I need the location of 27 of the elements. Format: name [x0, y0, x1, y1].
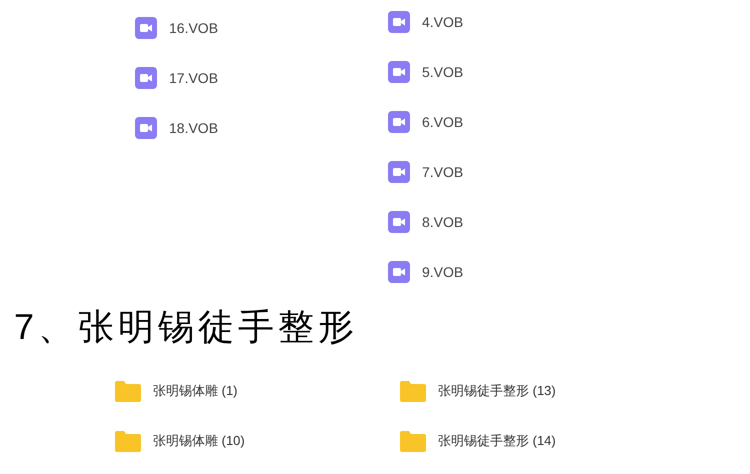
- file-name[interactable]: 5.VOB: [422, 62, 464, 82]
- video-file-icon: [135, 17, 157, 39]
- video-file-icon: [388, 211, 410, 233]
- video-file-icon: [135, 117, 157, 139]
- video-file-icon: [135, 67, 157, 89]
- file-name[interactable]: 张明锡体雕 (10): [153, 431, 245, 451]
- video-file-icon: [388, 11, 410, 33]
- file-name[interactable]: 6.VOB: [422, 112, 464, 132]
- section-heading: 7、张明锡徒手整形: [14, 305, 360, 349]
- file-name[interactable]: 8.VOB: [422, 212, 464, 232]
- file-name[interactable]: 张明锡徒手整形 (13): [438, 381, 556, 401]
- video-file-icon: [388, 61, 410, 83]
- file-name[interactable]: 张明锡体雕 (1): [153, 381, 238, 401]
- folder-icon: [115, 380, 141, 402]
- file-name[interactable]: 9.VOB: [422, 262, 464, 282]
- file-name[interactable]: 18.VOB: [169, 118, 218, 138]
- folder-icon: [400, 430, 426, 452]
- video-file-icon: [388, 261, 410, 283]
- file-name[interactable]: 16.VOB: [169, 18, 218, 38]
- folder-icon: [115, 430, 141, 452]
- folder-icon: [400, 380, 426, 402]
- file-name[interactable]: 17.VOB: [169, 68, 218, 88]
- video-file-icon: [388, 161, 410, 183]
- file-name[interactable]: 7.VOB: [422, 162, 464, 182]
- video-file-icon: [388, 111, 410, 133]
- file-name[interactable]: 4.VOB: [422, 12, 464, 32]
- file-name[interactable]: 张明锡徒手整形 (14): [438, 431, 556, 451]
